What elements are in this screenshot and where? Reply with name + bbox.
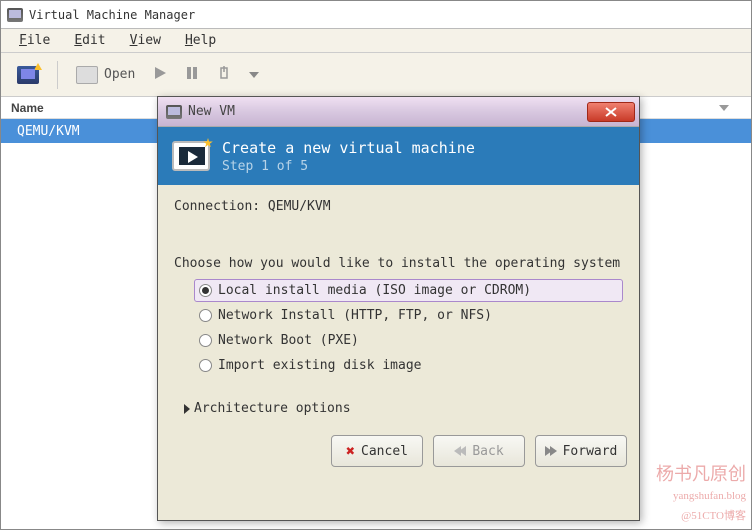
open-button[interactable]: Open: [70, 62, 141, 88]
forward-button[interactable]: Forward: [535, 435, 627, 467]
radio-icon: [199, 309, 212, 322]
radio-icon: [199, 359, 212, 372]
connection-line: Connection: QEMU/KVM: [174, 199, 623, 214]
dialog-step: Step 1 of 5: [222, 159, 475, 174]
power-icon: [217, 66, 231, 84]
main-titlebar[interactable]: Virtual Machine Manager: [1, 1, 751, 29]
dialog-footer: ✖ Cancel Back Forward: [158, 426, 639, 476]
architecture-expander[interactable]: Architecture options: [174, 401, 623, 416]
forward-label: Forward: [563, 444, 618, 459]
dialog-header: Create a new virtual machine Step 1 of 5: [158, 127, 639, 185]
menu-file[interactable]: File: [7, 31, 62, 50]
dialog-app-icon: [166, 105, 182, 119]
back-icon: [454, 446, 466, 456]
col-name: Name: [11, 101, 44, 115]
open-label: Open: [104, 67, 135, 82]
option-label: Network Boot (PXE): [218, 333, 359, 348]
dialog-heading: Create a new virtual machine: [222, 139, 475, 157]
connection-label: Connection:: [174, 199, 268, 214]
play-icon: [153, 66, 167, 84]
close-icon: [605, 107, 617, 117]
connection-value: QEMU/KVM: [268, 199, 331, 214]
cancel-icon: ✖: [346, 442, 355, 460]
forward-icon: [545, 446, 557, 456]
install-options: Local install media (ISO image or CDROM)…: [174, 279, 623, 377]
shutdown-button[interactable]: [211, 62, 237, 88]
close-button[interactable]: [587, 102, 635, 122]
radio-icon: [199, 334, 212, 347]
sort-indicator-icon: [719, 105, 729, 111]
menu-view[interactable]: View: [118, 31, 173, 50]
arch-label: Architecture options: [194, 401, 351, 416]
app-title: Virtual Machine Manager: [29, 8, 195, 22]
option-import-disk[interactable]: Import existing disk image: [194, 354, 623, 377]
new-vm-dialog: New VM Create a new virtual machine Step…: [157, 96, 640, 521]
monitor-spark-icon: [17, 66, 39, 84]
new-vm-button[interactable]: [11, 62, 45, 88]
option-label: Import existing disk image: [218, 358, 422, 373]
back-button[interactable]: Back: [433, 435, 525, 467]
dialog-title: New VM: [188, 104, 581, 119]
back-label: Back: [472, 444, 503, 459]
option-local-media[interactable]: Local install media (ISO image or CDROM): [194, 279, 623, 302]
toolbar: Open: [1, 53, 751, 97]
open-icon: [76, 66, 98, 84]
choose-label: Choose how you would like to install the…: [174, 256, 623, 271]
option-network-boot[interactable]: Network Boot (PXE): [194, 329, 623, 352]
run-button[interactable]: [147, 62, 173, 88]
menubar: File Edit View Help: [1, 29, 751, 53]
pause-icon: [185, 66, 199, 84]
pause-button[interactable]: [179, 62, 205, 88]
caret-down-icon: [249, 72, 259, 78]
separator: [57, 61, 58, 89]
dialog-body: Connection: QEMU/KVM Choose how you woul…: [158, 185, 639, 426]
wizard-icon: [172, 141, 210, 171]
shutdown-menu[interactable]: [243, 68, 265, 82]
row-label: QEMU/KVM: [17, 124, 80, 139]
app-icon: [7, 8, 23, 22]
radio-icon: [199, 284, 212, 297]
option-label: Local install media (ISO image or CDROM): [218, 283, 531, 298]
option-network-install[interactable]: Network Install (HTTP, FTP, or NFS): [194, 304, 623, 327]
cancel-label: Cancel: [361, 444, 408, 459]
option-label: Network Install (HTTP, FTP, or NFS): [218, 308, 492, 323]
cancel-button[interactable]: ✖ Cancel: [331, 435, 423, 467]
expand-icon: [184, 404, 190, 414]
menu-edit[interactable]: Edit: [62, 31, 117, 50]
menu-help[interactable]: Help: [173, 31, 228, 50]
dialog-titlebar[interactable]: New VM: [158, 97, 639, 127]
